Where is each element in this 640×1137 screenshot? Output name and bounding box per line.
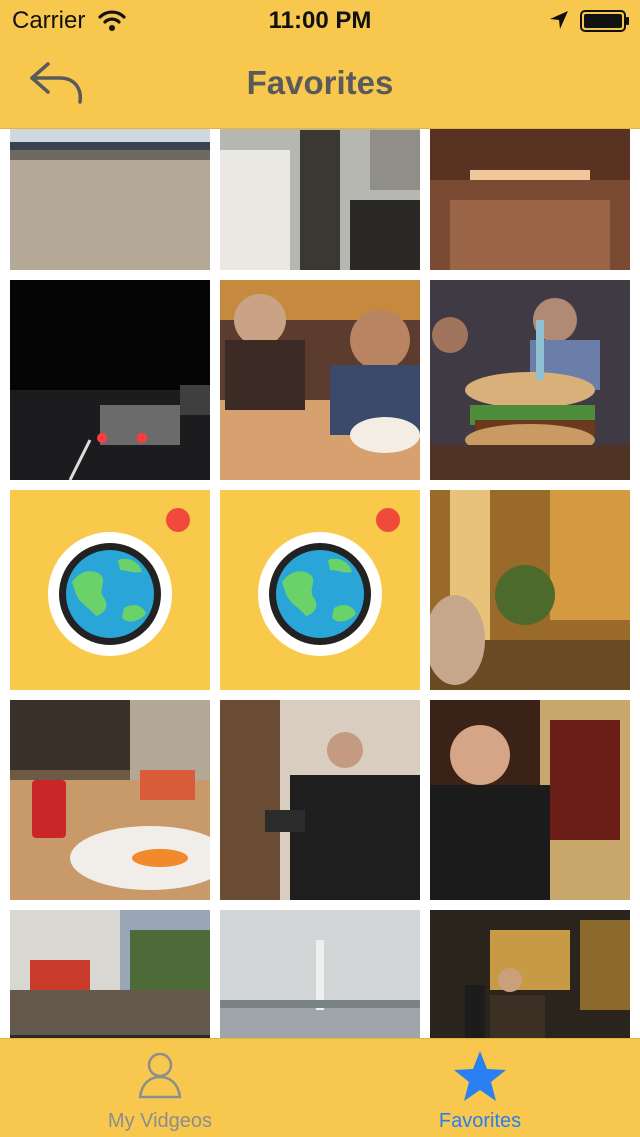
page-title: Favorites [246, 64, 394, 101]
location-arrow-icon [550, 11, 568, 29]
video-thumbnail[interactable] [10, 280, 210, 480]
video-thumbnail[interactable] [10, 128, 210, 270]
video-thumbnail[interactable] [220, 910, 420, 1038]
video-placeholder[interactable] [220, 490, 420, 690]
video-thumbnail[interactable] [430, 700, 630, 900]
globe-camera-icon [48, 508, 190, 656]
video-thumbnail[interactable] [10, 910, 210, 1038]
favorites-grid [0, 128, 640, 1038]
video-thumbnail[interactable] [220, 280, 420, 480]
tab-favorites[interactable]: Favorites [380, 1039, 580, 1137]
top-bar: Carrier 11:00 PM Favorites [0, 0, 640, 129]
video-placeholder[interactable] [10, 490, 210, 690]
video-thumbnail[interactable] [430, 910, 630, 1038]
video-thumbnail[interactable] [220, 128, 420, 270]
globe-camera-icon [258, 508, 400, 656]
tab-label: My Vidgeos [107, 1110, 213, 1132]
video-thumbnail[interactable] [430, 280, 630, 480]
video-thumbnail[interactable] [220, 700, 420, 900]
tab-bar: My Vidgeos Favorites [0, 1038, 640, 1137]
status-bar: Carrier 11:00 PM [0, 0, 640, 40]
video-thumbnail[interactable] [430, 490, 630, 690]
video-thumbnail[interactable] [10, 700, 210, 900]
star-icon [454, 1051, 506, 1101]
video-thumbnail[interactable] [430, 128, 630, 270]
battery-icon [580, 10, 629, 32]
tab-label: Favorites [438, 1110, 522, 1132]
person-icon [138, 1052, 182, 1099]
tab-my-vidgeos[interactable]: My Vidgeos [60, 1039, 260, 1137]
clock: 11:00 PM [268, 7, 372, 34]
